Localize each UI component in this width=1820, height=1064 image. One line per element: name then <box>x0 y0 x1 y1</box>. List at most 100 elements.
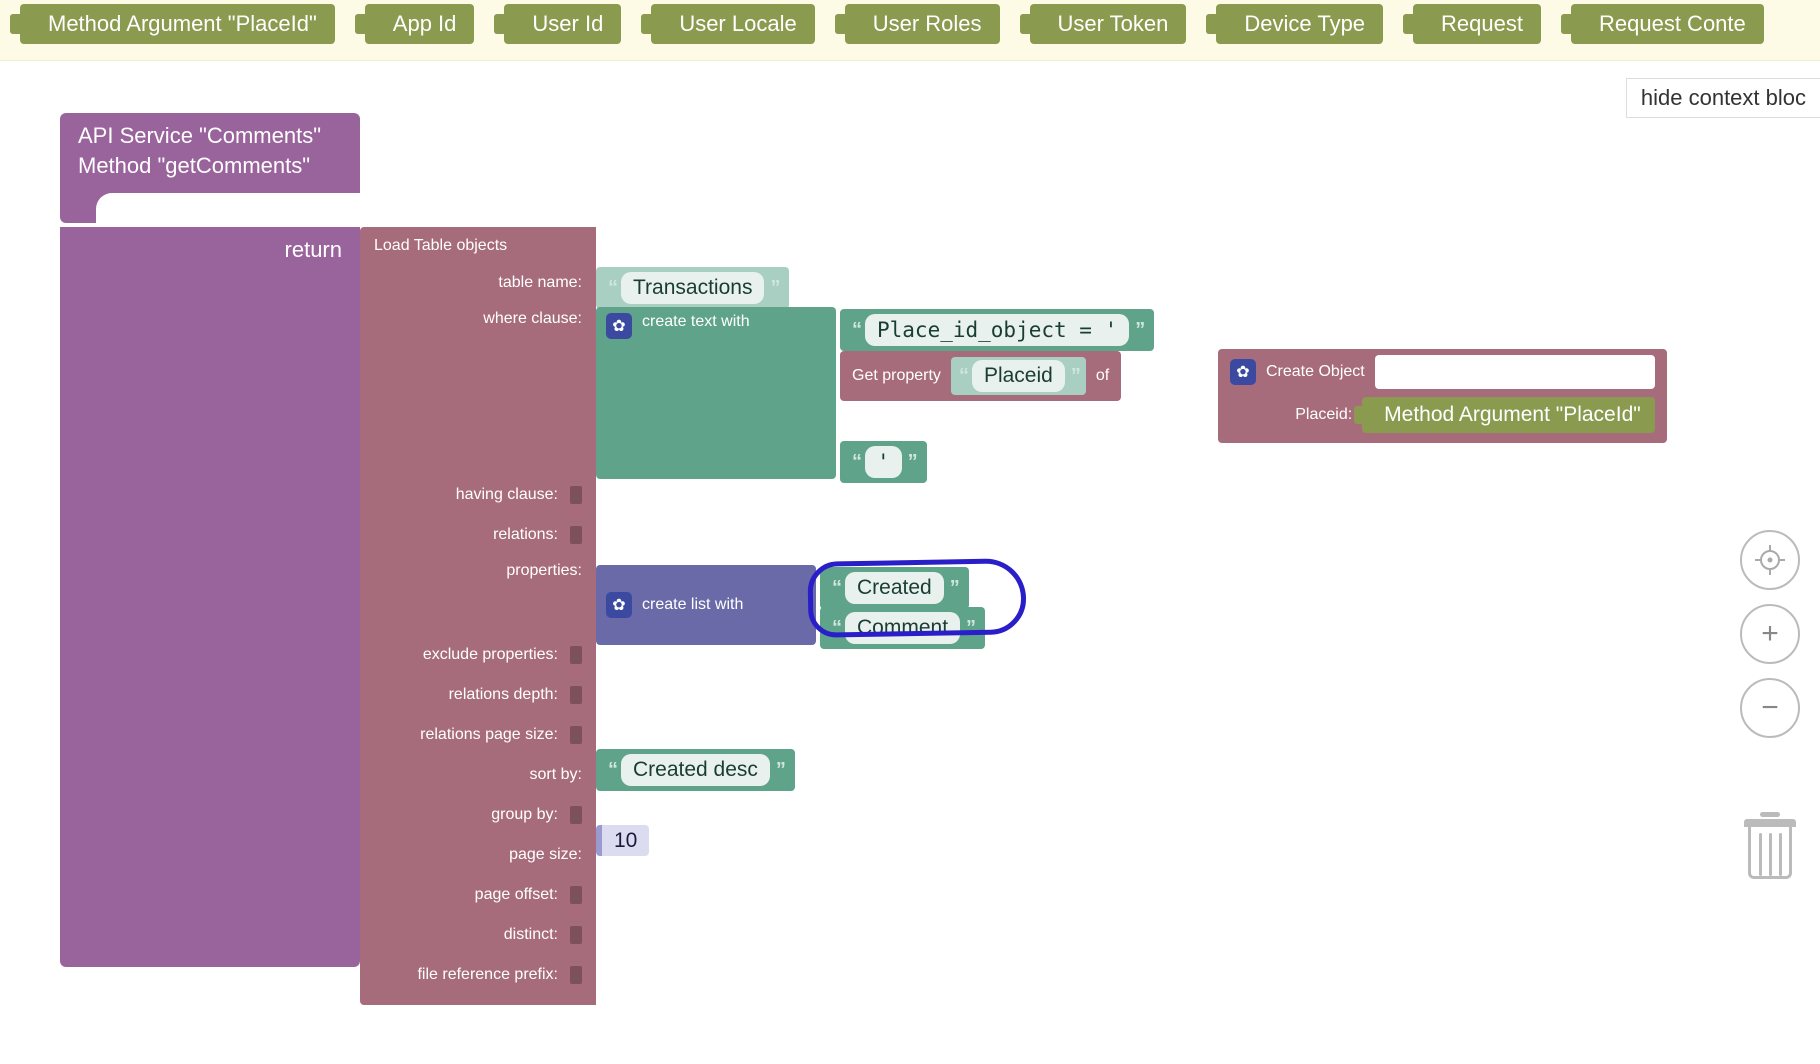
socket-icon[interactable] <box>570 886 582 904</box>
context-strip: Method Argument "PlaceId" App Id User Id… <box>0 0 1820 61</box>
context-block-method-argument-placeid[interactable]: Method Argument "PlaceId" <box>20 4 335 44</box>
object-name-input[interactable] <box>1375 355 1655 389</box>
context-block-label: Request Conte <box>1599 11 1746 37</box>
text-value[interactable]: Created <box>845 572 944 604</box>
quote-close-icon: ” <box>908 451 915 474</box>
context-block-label: Method Argument "PlaceId" <box>48 11 317 37</box>
quote-open-icon: “ <box>608 759 615 782</box>
quote-close-icon: ” <box>950 577 957 600</box>
text-block-sort-by[interactable]: “ Created desc ” <box>596 749 795 791</box>
socket-icon[interactable] <box>570 486 582 504</box>
field-label: relations: <box>493 526 558 544</box>
quote-open-icon: “ <box>852 319 859 342</box>
context-block-user-locale[interactable]: User Locale <box>651 4 814 44</box>
get-property-block[interactable]: Get property “ Placeid ” of <box>840 351 1121 401</box>
method-argument-placeid-inline[interactable]: Method Argument "PlaceId" <box>1362 397 1655 433</box>
field-where-clause: where clause: <box>360 303 582 475</box>
zoom-in-button[interactable]: + <box>1740 604 1800 664</box>
field-relations-depth: relations depth: <box>360 675 582 715</box>
context-row: Method Argument "PlaceId" App Id User Id… <box>0 4 1820 44</box>
field-page-size: page size: <box>360 835 582 875</box>
text-block-table-name[interactable]: “ Transactions ” <box>596 267 789 309</box>
trash-body-icon <box>1748 827 1792 879</box>
context-block-user-roles[interactable]: User Roles <box>845 4 1000 44</box>
socket-icon[interactable] <box>570 686 582 704</box>
trash-handle-icon <box>1760 812 1780 817</box>
create-object-block[interactable]: ✿ Create Object Placeid: Method Argument… <box>1218 349 1667 443</box>
field-group-by: group by: <box>360 795 582 835</box>
field-label: group by: <box>491 806 558 824</box>
field-label: table name: <box>498 274 582 292</box>
socket-icon[interactable] <box>570 526 582 544</box>
context-block-device-type[interactable]: Device Type <box>1216 4 1383 44</box>
create-list-block[interactable]: ✿ create list with <box>596 565 816 645</box>
quote-open-icon: “ <box>832 577 839 600</box>
field-label: relations page size: <box>420 726 558 744</box>
field-label: properties: <box>506 562 582 580</box>
text-value[interactable]: Created desc <box>621 754 770 786</box>
text-value[interactable]: ' <box>865 446 902 478</box>
trash-lid-icon <box>1744 819 1796 827</box>
load-table-block[interactable]: Load Table objects table name: where cla… <box>360 227 596 1005</box>
context-block-request-context[interactable]: Request Conte <box>1571 4 1764 44</box>
api-service-block[interactable]: API Service "Comments" Method "getCommen… <box>60 113 360 223</box>
field-label: page offset: <box>475 886 558 904</box>
field-label: file reference prefix: <box>417 966 558 984</box>
text-block-where-literal-1[interactable]: “ Place_id_object = ' ” <box>840 309 1154 351</box>
create-text-label: create text with <box>642 313 750 331</box>
socket-icon[interactable] <box>570 966 582 984</box>
field-label: relations depth: <box>449 686 558 704</box>
field-exclude-properties: exclude properties: <box>360 635 582 675</box>
socket-icon[interactable] <box>570 646 582 664</box>
text-block-where-literal-3[interactable]: “ ' ” <box>840 441 927 483</box>
gear-icon[interactable]: ✿ <box>606 313 632 339</box>
field-page-offset: page offset: <box>360 875 582 915</box>
zoom-out-button[interactable]: − <box>1740 678 1800 738</box>
quote-close-icon: ” <box>1071 365 1078 388</box>
trash-button[interactable] <box>1740 812 1800 882</box>
context-block-label: User Id <box>532 11 603 37</box>
crosshair-icon <box>1754 544 1786 576</box>
text-value[interactable]: Transactions <box>621 272 764 304</box>
context-block-request[interactable]: Request <box>1413 4 1541 44</box>
field-label: exclude properties: <box>423 646 558 664</box>
api-inner-notch <box>96 193 360 223</box>
text-value[interactable]: Placeid <box>972 360 1065 392</box>
text-block-property-name[interactable]: “ Placeid ” <box>951 357 1086 395</box>
context-block-label: App Id <box>393 11 457 37</box>
method-argument-label: Method Argument "PlaceId" <box>1384 403 1641 426</box>
minus-icon: − <box>1761 691 1779 725</box>
center-view-button[interactable] <box>1740 530 1800 590</box>
text-block-list-item-1[interactable]: “ Created ” <box>820 567 969 609</box>
context-block-user-id[interactable]: User Id <box>504 4 621 44</box>
api-block-body[interactable]: return <box>60 227 360 967</box>
text-value[interactable]: Place_id_object = ' <box>865 314 1129 346</box>
context-block-app-id[interactable]: App Id <box>365 4 475 44</box>
hide-context-blocks-label: hide context bloc <box>1641 85 1806 110</box>
text-value[interactable]: Comment <box>845 612 960 644</box>
field-label: sort by: <box>530 766 582 784</box>
quote-open-icon: “ <box>832 617 839 640</box>
number-block-page-size[interactable]: 10 <box>596 829 649 853</box>
socket-icon[interactable] <box>570 806 582 824</box>
context-block-label: User Locale <box>679 11 796 37</box>
create-object-label: Create Object <box>1266 363 1365 381</box>
api-method-title: Method "getComments" <box>78 153 342 179</box>
field-sort-by: sort by: <box>360 755 582 795</box>
quote-open-icon: “ <box>608 277 615 300</box>
gear-icon[interactable]: ✿ <box>606 592 632 618</box>
create-text-block[interactable]: ✿ create text with <box>596 307 836 479</box>
socket-icon[interactable] <box>570 726 582 744</box>
field-distinct: distinct: <box>360 915 582 955</box>
create-list-label: create list with <box>642 596 743 614</box>
quote-close-icon: ” <box>770 277 777 300</box>
plus-icon: + <box>1761 617 1779 651</box>
context-block-user-token[interactable]: User Token <box>1030 4 1187 44</box>
gear-icon[interactable]: ✿ <box>1230 359 1256 385</box>
number-value[interactable]: 10 <box>596 825 649 856</box>
text-block-list-item-2[interactable]: “ Comment ” <box>820 607 985 649</box>
socket-icon[interactable] <box>570 926 582 944</box>
of-label: of <box>1096 367 1109 385</box>
field-properties: properties: <box>360 555 582 635</box>
hide-context-blocks-link[interactable]: hide context bloc <box>1626 78 1820 118</box>
